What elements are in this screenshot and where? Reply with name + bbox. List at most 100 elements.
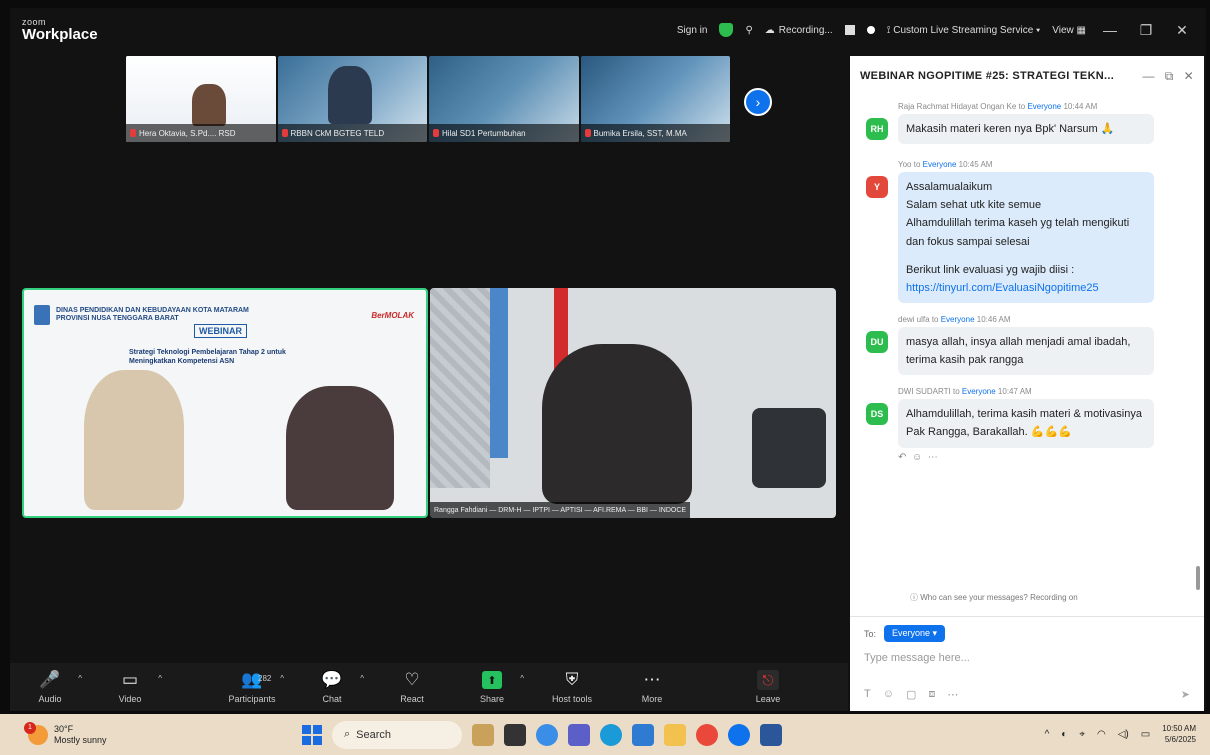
muted-mic-icon [433, 129, 439, 137]
live-stream-menu[interactable]: ⟟ Custom Live Streaming Service ▾ [887, 25, 1041, 36]
avatar: Y [866, 176, 888, 199]
chat-button[interactable]: 💬 ^ Chat [292, 670, 372, 704]
file-explorer-icon[interactable] [664, 723, 686, 746]
participants-count: 282 [258, 674, 272, 683]
minimize-chat-icon[interactable]: — [1142, 69, 1154, 84]
more-dots-icon: ⋯ [643, 670, 661, 689]
wifi-icon[interactable]: ◠ [1097, 729, 1106, 740]
message-bubble: masya allah, insya allah menjadi amal ib… [898, 326, 1154, 376]
video-camera-icon: ▭ [121, 670, 139, 689]
battery-icon[interactable]: ▭ [1141, 729, 1150, 740]
evaluation-link[interactable]: https://tinyurl.com/EvaluasiNgopitime25 [906, 279, 1146, 297]
participant-tile[interactable]: Bumika Ersila, SST, M.MA [580, 56, 730, 142]
tray-app-icon[interactable]: ◐ [1061, 729, 1067, 740]
share-button[interactable]: ⬆ ^ Share [452, 670, 532, 704]
notification-badge: 1 [24, 721, 36, 734]
privacy-note[interactable]: ⓘ Who can see your messages? Recording o… [910, 592, 1078, 603]
security-shield-icon[interactable] [719, 23, 734, 37]
chat-scrollbar[interactable] [1196, 566, 1200, 590]
clock[interactable]: 10:50 AM 5/6/2025 [1162, 724, 1196, 745]
recipient: Everyone [922, 160, 957, 170]
chat-compose: To: Everyone ▾ Type message here... T ☺ … [850, 616, 1204, 711]
chat-input[interactable]: Type message here... [850, 642, 1204, 674]
chevron-up-icon[interactable]: ^ [158, 674, 162, 683]
weather-condition: Mostly sunny [54, 734, 107, 745]
participants-label: Participants [228, 694, 276, 704]
close-chat-icon[interactable]: ✕ [1184, 69, 1194, 84]
close-button[interactable]: ✕ [1170, 22, 1194, 39]
reply-icon[interactable]: ↶ [898, 452, 906, 463]
recording-label: Recording... [778, 24, 833, 36]
chevron-up-icon[interactable]: ^ [520, 674, 524, 683]
widgets-app-icon[interactable] [472, 723, 494, 746]
message-time: 10:46 AM [976, 314, 1011, 324]
task-view-icon[interactable] [504, 723, 526, 746]
weather-widget[interactable]: 1 30°F Mostly sunny [0, 721, 280, 746]
video-button[interactable]: ▭ ^ Video [90, 670, 170, 704]
leave-button[interactable]: ⎋ Leave [728, 670, 808, 704]
more-button[interactable]: ⋯ More [612, 670, 692, 704]
maximize-button[interactable]: ❐ [1134, 22, 1158, 39]
chat-message-list[interactable]: Raja Rachmat Hidayat Ongan Ke to Everyon… [850, 96, 1194, 602]
recording-indicator[interactable]: ☁ Recording... [765, 25, 833, 36]
speaker-name: Rangga Fahdiani — DRM-H — IPTPI — APTISI… [430, 502, 691, 518]
more-compose-icon[interactable]: ⋯ [947, 688, 958, 701]
view-menu[interactable]: View ▦ [1052, 25, 1086, 36]
send-icon[interactable]: ➤ [1181, 688, 1190, 701]
location-icon[interactable]: ⌖ [1079, 729, 1085, 740]
edge-browser-icon[interactable] [600, 723, 622, 746]
emoji-icon[interactable]: ☺ [883, 688, 894, 701]
chevron-up-icon[interactable]: ^ [1045, 729, 1050, 740]
active-speaker-tile[interactable]: DINAS PENDIDIKAN DAN KEBUDAYAAN KOTA MAT… [22, 288, 428, 518]
host-tools-button[interactable]: ⛨ Host tools [532, 670, 612, 704]
chat-message: DWI SUDARTI to Everyone 10:47 AM DS Alha… [850, 387, 1194, 448]
recipient-selector[interactable]: Everyone ▾ [884, 625, 946, 642]
view-label: View [1052, 24, 1074, 36]
participant-tile[interactable]: RBBN CkM BGTEG TELD [277, 56, 427, 142]
minimize-button[interactable]: — [1098, 22, 1122, 38]
speaker-tile[interactable]: Rangga Fahdiani — DRM-H — IPTPI — APTISI… [430, 288, 836, 518]
participants-button[interactable]: 👥 282 ^ Participants [212, 670, 292, 704]
next-page-button[interactable]: › [744, 88, 772, 116]
more-options-icon[interactable]: ⋯ [928, 452, 938, 463]
pause-recording-icon[interactable] [844, 25, 855, 35]
teams-icon[interactable] [568, 723, 590, 746]
avatar: DU [866, 330, 888, 353]
chat-title: WEBINAR NGOPITIME #25: STRATEGI TEKN... [860, 70, 1115, 82]
chat-panel: WEBINAR NGOPITIME #25: STRATEGI TEKN... … [850, 56, 1204, 711]
react-label: React [400, 694, 424, 704]
message-actions: ↶ ☺ ⋯ [850, 452, 1194, 463]
message-time: 10:44 AM [1063, 102, 1098, 111]
message-bubble: Alhamdulillah, terima kasih materi & mot… [898, 399, 1154, 448]
copilot-icon[interactable] [536, 723, 558, 746]
title-controls: Sign in ⚲ ☁ Recording... ⟟ Custom Live S… [677, 22, 1194, 39]
stop-recording-icon[interactable] [866, 26, 875, 34]
pin-icon[interactable]: ⚲ [745, 25, 752, 36]
main-stage: DINAS PENDIDIKAN DAN KEBUDAYAAN KOTA MAT… [22, 288, 836, 518]
emoji-react-icon[interactable]: ☺ [912, 452, 922, 463]
file-icon[interactable]: ▢ [906, 688, 916, 701]
store-icon[interactable] [632, 723, 654, 746]
chevron-up-icon[interactable]: ^ [280, 674, 284, 683]
volume-icon[interactable]: ◁) [1118, 729, 1129, 740]
sign-in-button[interactable]: Sign in [677, 25, 708, 36]
sender-name: Raja Rachmat Hidayat Ongan Ke [898, 102, 1017, 111]
zoom-app-icon[interactable] [728, 723, 750, 746]
participant-tile[interactable]: Hilal SD1 Pertumbuhan [429, 56, 579, 142]
chrome-icon[interactable] [696, 723, 718, 746]
participant-tile[interactable]: Hera Oktavia, S.Pd.... RSD [126, 56, 276, 142]
audio-button[interactable]: 🎤 ^ Audio [10, 670, 90, 704]
logo-name: Workplace [22, 26, 98, 43]
react-button[interactable]: ♡ React [372, 670, 452, 704]
sender-name: dewi ulfa [898, 314, 930, 324]
word-icon[interactable] [760, 723, 782, 746]
screenshot-icon[interactable]: ⧈ [928, 688, 935, 701]
participant-name: Bumika Ersila, SST, M.MA [593, 128, 687, 138]
chevron-up-icon[interactable]: ^ [360, 674, 364, 683]
chevron-up-icon[interactable]: ^ [78, 674, 82, 683]
format-text-icon[interactable]: T [864, 688, 871, 701]
windows-start-icon[interactable] [302, 724, 322, 745]
taskbar-search[interactable]: ⌕ Search [332, 720, 462, 749]
leave-label: Leave [755, 694, 781, 704]
popout-icon[interactable]: ⧉ [1165, 69, 1174, 84]
